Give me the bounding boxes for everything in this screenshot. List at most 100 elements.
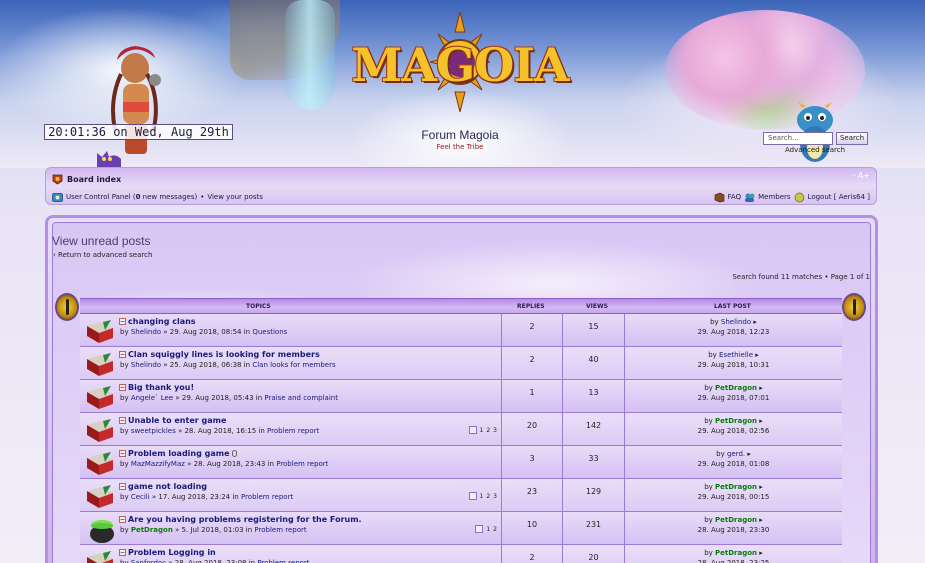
page-link[interactable]: 2	[493, 526, 497, 533]
last-post-author: by Esethielle ▸	[625, 351, 842, 359]
book-icon	[87, 320, 113, 343]
table-row: game not loading by Cecili » 17. Aug 2018…	[80, 479, 842, 512]
view-latest-post-icon[interactable]: ▸	[757, 549, 763, 557]
topic-date: » 17. Aug 2018, 23:24 in	[149, 493, 241, 501]
topic-author-link[interactable]: PetDragon	[131, 526, 173, 534]
page-link[interactable]: 2	[486, 427, 490, 434]
view-latest-post-icon[interactable]: ▸	[751, 318, 757, 326]
table-row: Clan squiggly lines is looking for membe…	[80, 347, 842, 380]
advanced-search-link[interactable]: Advanced search	[785, 146, 845, 154]
topic-rows: changing clans by Shelindo » 29. Aug 2018…	[80, 314, 842, 563]
last-post-author: by PetDragon ▸	[625, 549, 842, 557]
search-button[interactable]: Search	[836, 132, 868, 145]
topic-forum-link[interactable]: Problem report	[254, 526, 306, 534]
topic-meta: by Sanfordoc » 28. Aug 2018, 23:08 in Pr…	[120, 559, 310, 563]
topic-author-link[interactable]: Cecili	[131, 493, 150, 501]
topic-author-link[interactable]: Shelindo	[131, 328, 161, 336]
topic-forum-link[interactable]: Problem report	[241, 493, 293, 501]
last-post-time: 29. Aug 2018, 07:01	[697, 394, 770, 402]
ucp-link[interactable]: User Control Panel (0 new messages)	[66, 193, 197, 201]
topic-forum-link[interactable]: Problem report	[257, 559, 309, 563]
views-count: 231	[585, 520, 602, 529]
topic-forum-link[interactable]: Problem report	[276, 460, 328, 468]
topic-title-link[interactable]: changing clans	[128, 317, 196, 326]
last-post-author-link[interactable]: PetDragon	[715, 483, 757, 491]
view-latest-post-icon[interactable]: ▸	[757, 516, 763, 524]
page-link[interactable]: 1	[486, 526, 490, 533]
topic-forum-link[interactable]: Clan looks for members	[252, 361, 335, 369]
new-post-icon[interactable]	[119, 483, 126, 490]
topic-title-link[interactable]: Are you having problems registering for …	[128, 515, 362, 524]
book-icon	[87, 386, 113, 409]
view-latest-post-icon[interactable]: ▸	[745, 450, 751, 458]
by-label: by	[120, 328, 131, 336]
topic-title-link[interactable]: Big thank you!	[128, 383, 194, 392]
page-link[interactable]: 2	[486, 493, 490, 500]
last-post-author-link[interactable]: PetDragon	[715, 417, 757, 425]
view-posts-link[interactable]: View your posts	[207, 193, 263, 201]
topic-forum-link[interactable]: Problem report	[267, 427, 319, 435]
last-post-author-link[interactable]: PetDragon	[715, 384, 757, 392]
topic-title-link[interactable]: Problem Logging in	[128, 548, 216, 557]
topic-date: » 29. Aug 2018, 08:54 in	[161, 328, 253, 336]
view-latest-post-icon[interactable]: ▸	[757, 384, 763, 392]
topic-author-link[interactable]: Sanfordoc	[131, 559, 166, 563]
by-label: by	[120, 460, 131, 468]
replies-count: 2	[529, 355, 535, 364]
last-post-author-link[interactable]: gerd.	[727, 450, 745, 458]
page-link[interactable]: 3	[493, 427, 497, 434]
by-label: by	[716, 450, 727, 458]
last-post-time: 28. Aug 2018, 23:25	[697, 559, 770, 563]
page-link[interactable]: 3	[493, 493, 497, 500]
new-post-icon[interactable]	[119, 516, 126, 523]
topic-forum-link[interactable]: Praise and complaint	[264, 394, 338, 402]
replies-count: 10	[526, 520, 538, 529]
last-post-author-link[interactable]: PetDragon	[715, 516, 757, 524]
logout-icon	[794, 192, 804, 202]
by-label: by	[120, 427, 131, 435]
page-link[interactable]: 1	[480, 427, 484, 434]
topic-title-link[interactable]: Unable to enter game	[128, 416, 226, 425]
topic-title-link[interactable]: Clan squiggly lines is looking for membe…	[128, 350, 320, 359]
topic-title-link[interactable]: Problem loading game	[128, 449, 237, 458]
replies-count: 1	[529, 388, 535, 397]
logo-wordmark: MAGOIA	[351, 38, 569, 92]
font-size-control[interactable]: - A+	[852, 171, 870, 180]
by-label: by	[120, 526, 131, 534]
return-to-advanced-search-link[interactable]: ‹ Return to advanced search	[53, 251, 152, 259]
topic-author-link[interactable]: Shelindo	[131, 361, 161, 369]
new-post-icon[interactable]	[119, 351, 126, 358]
last-post-author-link[interactable]: Esethielle	[719, 351, 753, 359]
views-count: 20	[588, 553, 599, 562]
new-post-icon[interactable]	[119, 450, 126, 457]
new-post-icon[interactable]	[119, 549, 126, 556]
faq-icon	[714, 192, 724, 202]
last-post-time: 28. Aug 2018, 23:30	[697, 526, 770, 534]
board-index-link[interactable]: Board index	[67, 175, 121, 184]
last-post-author-link[interactable]: PetDragon	[715, 549, 757, 557]
topic-meta: by Shelindo » 25. Aug 2018, 06:38 in Cla…	[120, 361, 336, 369]
site-title[interactable]: Forum Magoia	[360, 128, 560, 142]
ucp-suffix: new messages)	[140, 193, 198, 201]
members-link[interactable]: Members	[758, 193, 790, 201]
topic-title-link[interactable]: game not loading	[128, 482, 207, 491]
topic-author-link[interactable]: MazMazzifyMaz	[131, 460, 185, 468]
view-latest-post-icon[interactable]: ▸	[753, 351, 759, 359]
logout-link[interactable]: Logout [ Aeris64 ]	[808, 193, 870, 201]
view-latest-post-icon[interactable]: ▸	[757, 483, 763, 491]
views-count: 15	[588, 322, 599, 331]
new-post-icon[interactable]	[119, 417, 126, 424]
topic-author-link[interactable]: Angele` Lee	[131, 394, 173, 402]
new-post-icon[interactable]	[119, 384, 126, 391]
new-post-icon[interactable]	[119, 318, 126, 325]
last-post-author-link[interactable]: Shelindo	[721, 318, 751, 326]
page-link[interactable]: 1	[480, 493, 484, 500]
col-views: VIEWS	[586, 303, 608, 310]
search-input[interactable]: Search...	[763, 132, 833, 145]
site-logo[interactable]: MAGOIA	[340, 12, 580, 112]
topic-forum-link[interactable]: Questions	[252, 328, 287, 336]
topic-author-link[interactable]: sweetpickles	[131, 427, 176, 435]
view-latest-post-icon[interactable]: ▸	[757, 417, 763, 425]
faq-link[interactable]: FAQ	[728, 193, 742, 201]
separator-bullet: •	[200, 193, 205, 201]
